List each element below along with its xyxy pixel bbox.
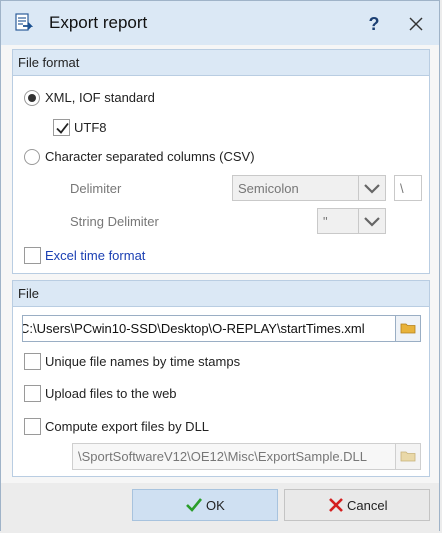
csv-radio[interactable] <box>24 149 40 165</box>
folder-icon <box>400 323 416 334</box>
utf8-checkbox[interactable] <box>53 119 70 136</box>
chevron-down-icon <box>358 176 380 200</box>
csv-label[interactable]: Character separated columns (CSV) <box>45 149 255 164</box>
cancel-x-icon <box>329 498 343 512</box>
string-delimiter-label: String Delimiter <box>70 214 159 229</box>
string-delimiter-value: " <box>323 214 328 229</box>
upload-web-label[interactable]: Upload files to the web <box>45 386 177 401</box>
checkmark-icon <box>56 122 69 134</box>
checkmark-icon <box>186 498 203 512</box>
dll-label[interactable]: Compute export files by DLL <box>45 419 209 434</box>
unique-names-label[interactable]: Unique file names by time stamps <box>45 354 240 369</box>
ok-button[interactable]: OK <box>132 489 278 521</box>
help-button[interactable]: ? <box>359 9 389 39</box>
title-bar: Export report ? <box>1 1 439 45</box>
cancel-label: Cancel <box>347 498 388 513</box>
xml-radio[interactable] <box>24 90 40 106</box>
delimiter-select[interactable]: Semicolon <box>232 175 386 201</box>
excel-time-label[interactable]: Excel time format <box>45 248 145 263</box>
file-format-header: File format <box>13 50 429 76</box>
dialog-title: Export report <box>49 13 148 32</box>
upload-web-checkbox[interactable] <box>24 385 41 402</box>
export-path-value: C:\Users\PCwin10-SSD\Desktop\O-REPLAY\st… <box>22 321 365 336</box>
browse-dll-button[interactable] <box>395 443 421 470</box>
browse-folder-button[interactable] <box>395 315 421 342</box>
close-icon[interactable] <box>401 9 431 39</box>
file-format-group: File format XML, IOF standard UTF8 Chara… <box>12 49 430 274</box>
dll-path-input[interactable]: \SportSoftwareV12\OE12\Misc\ExportSample… <box>72 443 396 470</box>
dll-path-value: \SportSoftwareV12\OE12\Misc\ExportSample… <box>78 449 368 464</box>
xml-label[interactable]: XML, IOF standard <box>45 90 155 105</box>
cancel-button[interactable]: Cancel <box>284 489 430 521</box>
excel-time-checkbox[interactable] <box>24 247 41 264</box>
delimiter-char-input[interactable]: \ <box>394 175 422 201</box>
ok-label: OK <box>206 498 225 513</box>
chevron-down-icon <box>358 209 380 233</box>
file-heading: File <box>18 286 39 301</box>
file-group: File C:\Users\PCwin10-SSD\Desktop\O-REPL… <box>12 280 430 477</box>
unique-names-checkbox[interactable] <box>24 353 41 370</box>
file-header: File <box>13 281 429 307</box>
export-report-dialog: Export report ? File format XML, IOF sta… <box>0 0 440 531</box>
report-icon <box>15 13 33 31</box>
delimiter-char-value: \ <box>400 181 404 196</box>
folder-icon <box>400 451 416 462</box>
delimiter-label: Delimiter <box>70 181 122 196</box>
delimiter-value: Semicolon <box>238 181 299 196</box>
export-path-input[interactable]: C:\Users\PCwin10-SSD\Desktop\O-REPLAY\st… <box>22 315 396 342</box>
file-format-heading: File format <box>18 55 80 70</box>
string-delimiter-select[interactable]: " <box>317 208 386 234</box>
dll-checkbox[interactable] <box>24 418 41 435</box>
utf8-label[interactable]: UTF8 <box>74 120 107 135</box>
